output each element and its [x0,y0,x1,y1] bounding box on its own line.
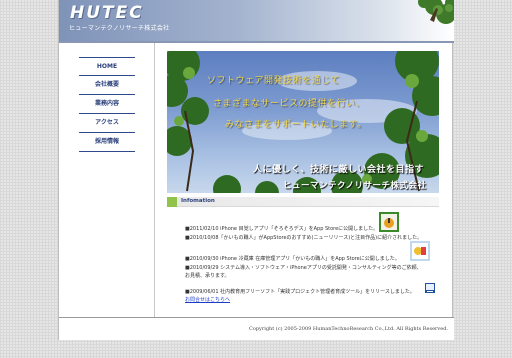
software-thumbnail-icon[interactable] [425,283,435,293]
app-thumbnail-shopping-icon[interactable] [410,241,430,261]
news-item: ■2010/10/08「かいもの職人」がAppStoreのおすすめ(ニューリリー… [185,234,425,242]
information-heading: Infomation [181,198,215,204]
news-item-text: ■2010/10/08「かいもの職人」がAppStoreのおすすめ(ニューリリー… [185,235,423,241]
hero-tagline-2: さまざまなサービスの提供を行い、 [213,99,366,109]
news-item-text: ■2009/06/01 社内教育用フリーソフト「実践プロジェクト管理者育成ツール… [185,289,415,295]
header-foliage-image [418,0,454,24]
site-header: HUTEC ヒューマンテクノリサーチ株式会社 [59,0,454,41]
nav-item-access[interactable]: アクセス [79,114,135,133]
hero-tagline-1: ソフトウェア開発技術を通じて [207,76,341,86]
sidebar-nav: HOME 会社概要 業務内容 アクセス 採用情報 [79,57,135,152]
hero-slogan: 人に優しく、技術に厳しい会社を目指す [253,165,425,175]
site-logo[interactable]: HUTEC [70,3,144,23]
information-heading-bar: Infomation [167,197,439,207]
footer: Copyright (c) 2005-2009 HumanTechnoResea… [59,317,454,340]
news-item: ■2009/06/01 社内教育用フリーソフト「実践プロジェクト管理者育成ツール… [185,288,425,296]
hero-tagline-3: みなさまをサポートいたします。 [225,120,367,130]
app-thumbnail-alarm-icon[interactable] [379,212,399,232]
news-item-text: ■2010/09/29 システム導入・ソフトウェア・iPhoneアプリの受託開発… [185,265,422,279]
nav-item-services[interactable]: 業務内容 [79,95,135,114]
nav-item-company-profile[interactable]: 会社概要 [79,76,135,95]
nav-item-recruit[interactable]: 採用情報 [79,133,135,152]
copyright-text: Copyright (c) 2005-2009 HumanTechnoResea… [249,326,448,332]
news-item: ■2010/09/29 システム導入・ソフトウェア・iPhoneアプリの受託開発… [185,264,425,280]
news-item: お問合せはこちらへ [185,296,425,304]
company-name-subtitle: ヒューマンテクノリサーチ株式会社 [69,25,170,32]
page-container: HUTEC ヒューマンテクノリサーチ株式会社 HOME 会社概要 業務内容 アク… [58,0,454,340]
hero-company-name: ヒューマンテクノリサーチ株式会社 [283,181,427,191]
sidebar: HOME 会社概要 業務内容 アクセス 採用情報 [59,43,155,317]
contact-link[interactable]: お問合せはこちらへ [185,297,230,303]
news-item-text: ■2010/09/30 iPhone 冷蔵庫 在庫管理アプリ「かいもの職人」をA… [185,256,400,262]
nav-item-home[interactable]: HOME [79,57,135,76]
hero-banner: ソフトウェア開発技術を通じて さまざまなサービスの提供を行い、 みなさまをサポー… [167,51,439,193]
news-item-text: ■2011/02/10 iPhone 目覚しアプリ「そろそろデス」をApp St… [185,226,379,232]
news-item: ■2010/09/30 iPhone 冷蔵庫 在庫管理アプリ「かいもの職人」をA… [185,255,425,263]
heading-marker-icon [167,197,177,207]
